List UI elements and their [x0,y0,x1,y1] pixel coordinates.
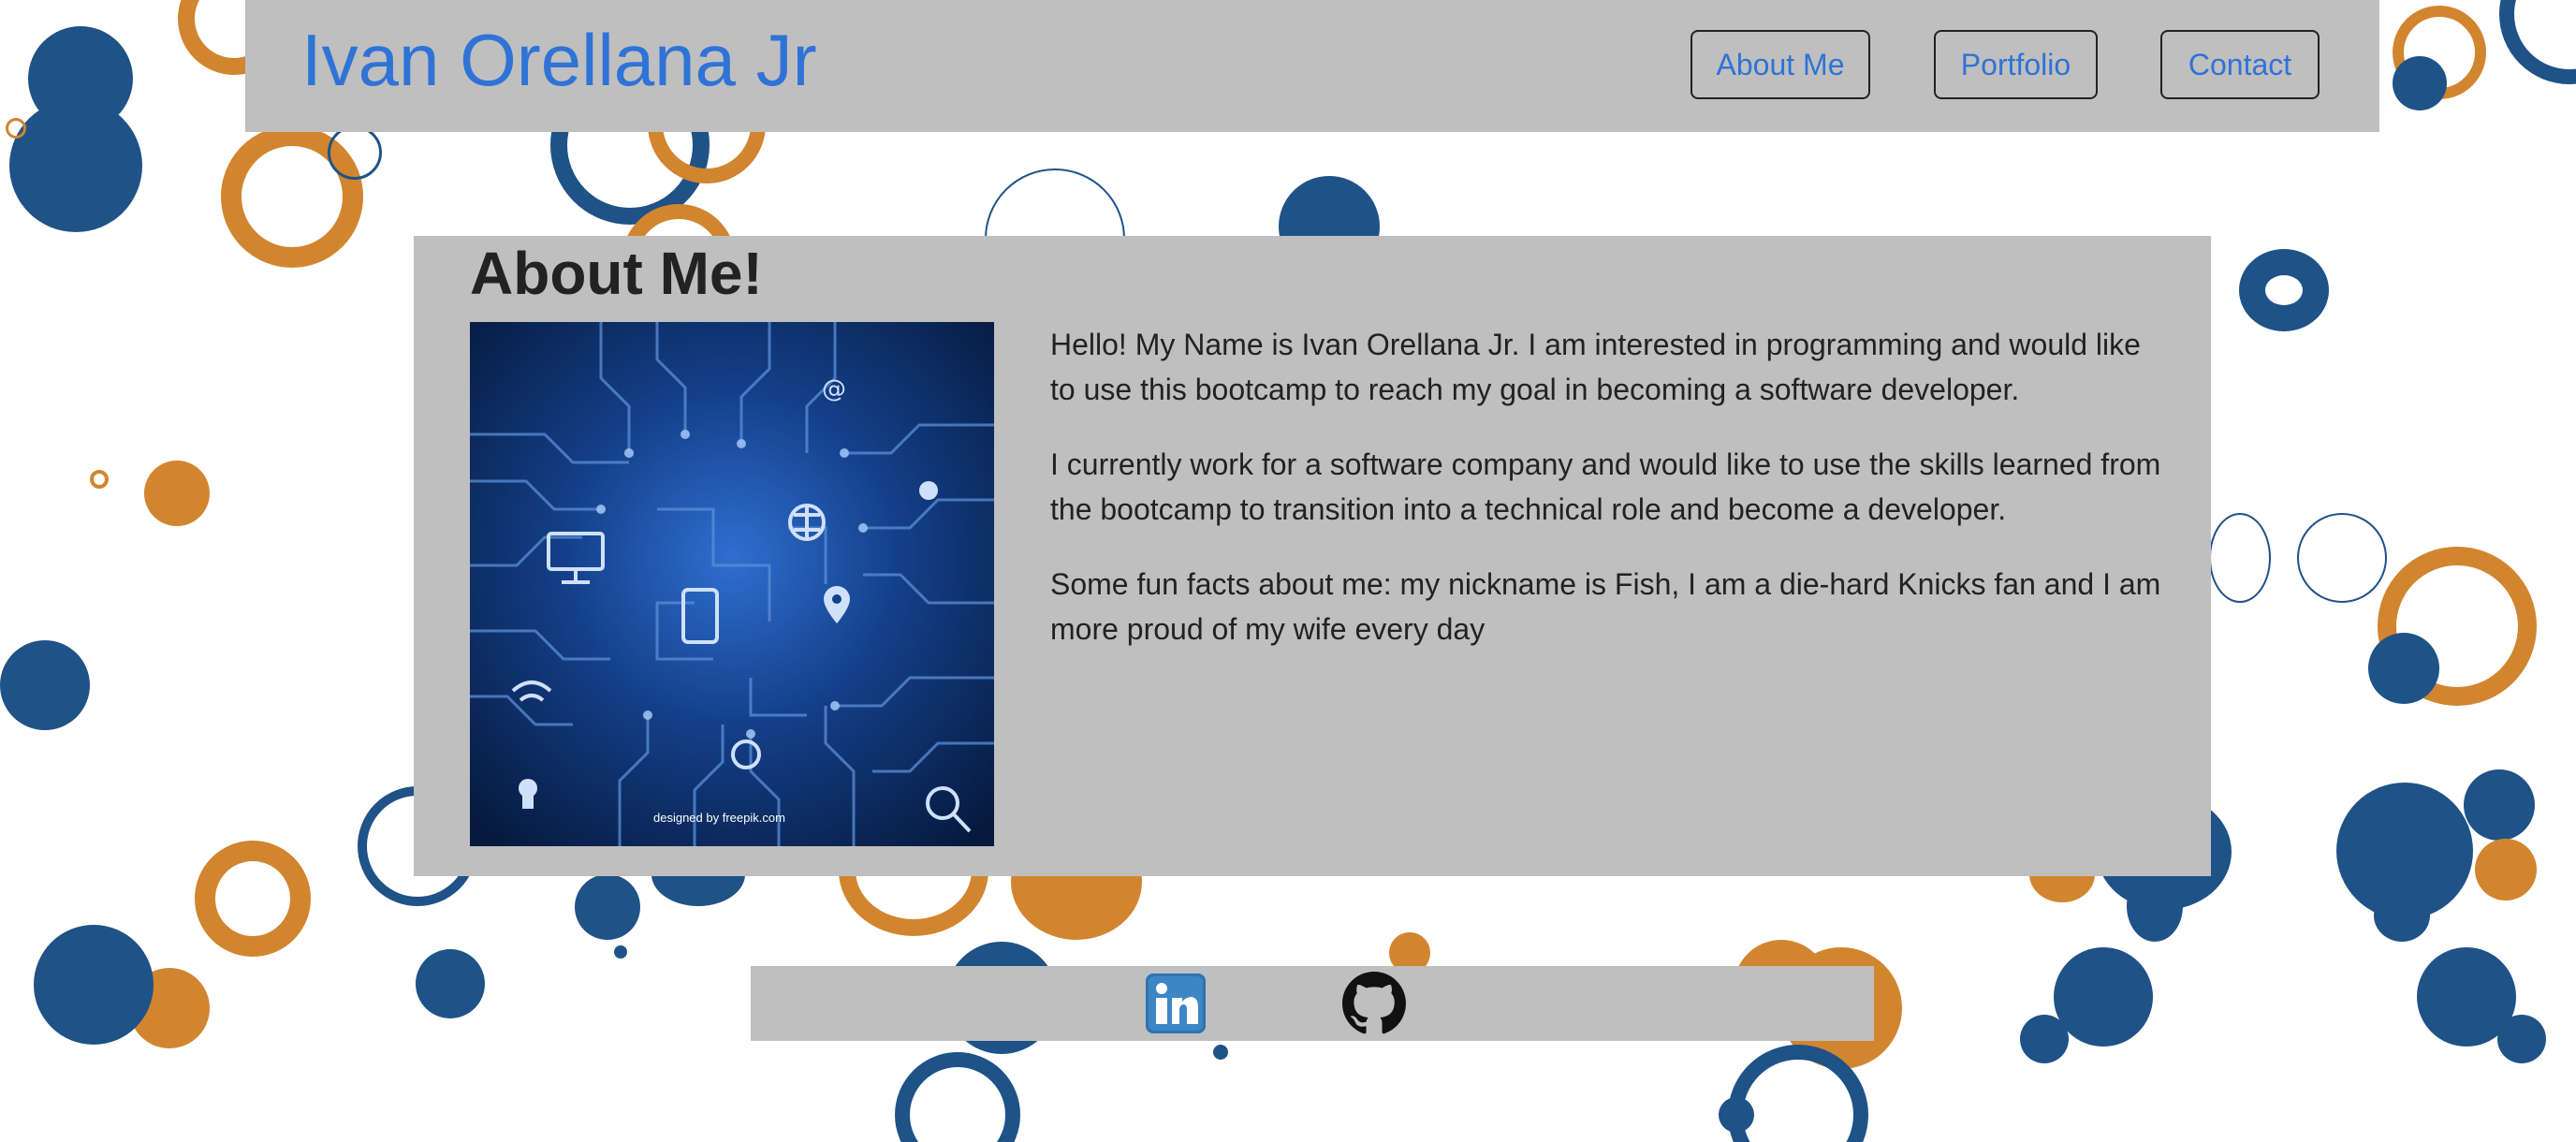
nav-about-me-button[interactable]: About Me [1690,30,1870,99]
site-footer [751,966,1874,1041]
site-header: Ivan Orellana Jr About Me Portfolio Cont… [245,0,2379,132]
github-icon [1342,972,1406,1034]
about-paragraph: Some fun facts about me: my nickname is … [1050,567,2161,646]
nav-contact-button[interactable]: Contact [2160,30,2320,99]
about-paragraph: I currently work for a software company … [1050,447,2161,526]
about-paragraph: Hello! My Name is Ivan Orellana Jr. I am… [1050,328,2141,406]
circuit-board-image: @ designed by freepik.com [470,322,994,846]
linkedin-icon [1146,974,1206,1033]
page: Ivan Orellana Jr About Me Portfolio Cont… [0,0,2576,1142]
github-link[interactable] [1342,972,1406,1035]
linkedin-link[interactable] [1144,972,1208,1035]
image-credit-text: designed by freepik.com [653,811,785,825]
nav-portfolio-button[interactable]: Portfolio [1934,30,2098,99]
site-title: Ivan Orellana Jr [301,19,817,101]
about-text: Hello! My Name is Ivan Orellana Jr. I am… [1050,322,2174,681]
about-heading: About Me! [470,240,763,307]
about-section: About Me! @ designed by freepik.com Hell… [414,236,2211,876]
svg-text:@: @ [822,375,846,403]
